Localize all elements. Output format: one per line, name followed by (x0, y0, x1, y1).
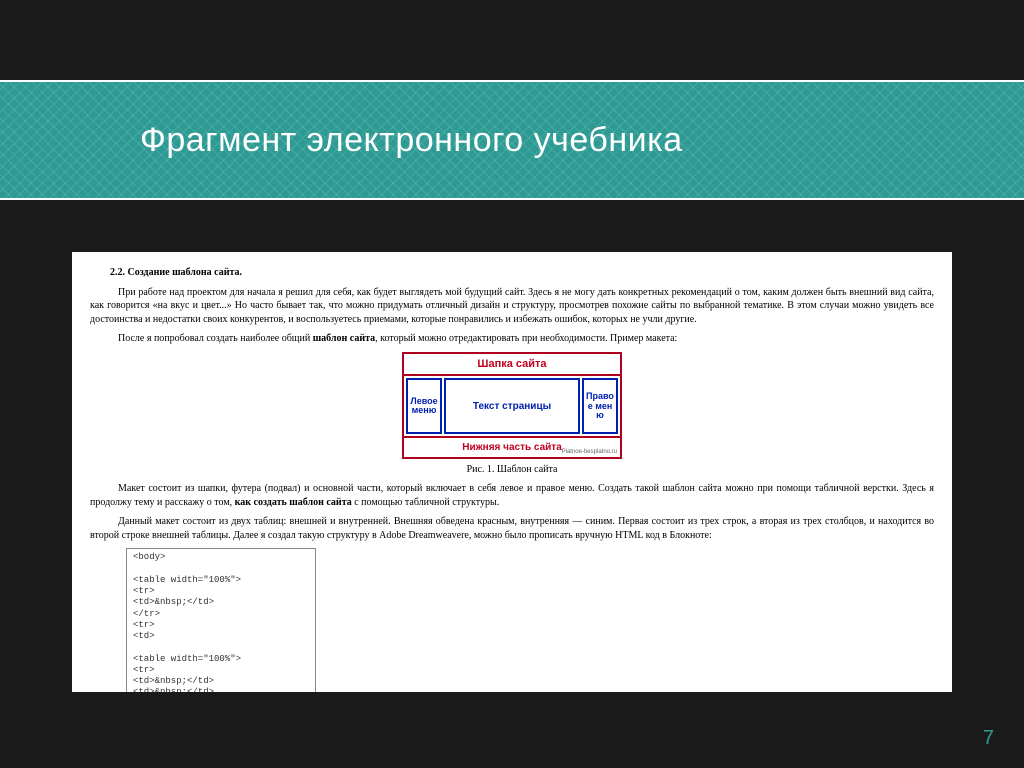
layout-footer-text: Нижняя часть сайта (462, 442, 562, 453)
p2-after: , который можно отредактировать при необ… (375, 333, 677, 344)
document-fragment: 2.2. Создание шаблона сайта. При работе … (72, 252, 952, 692)
layout-body: Левое меню Текст страницы Правое меню (404, 376, 620, 436)
slide-title: Фрагмент электронного учебника (140, 121, 683, 160)
code-snippet: <body> <table width="100%"> <tr> <td>&nb… (126, 548, 316, 692)
layout-center: Текст страницы (444, 378, 580, 434)
p2-bold: шаблон сайта (313, 333, 375, 344)
layout-left-menu: Левое меню (406, 378, 442, 434)
layout-right-menu: Правое меню (582, 378, 618, 434)
slide: Фрагмент электронного учебника 2.2. Созд… (0, 0, 1024, 768)
site-layout-diagram: Шапка сайта Левое меню Текст страницы Пр… (402, 352, 622, 459)
p2-before: После я попробовал создать наиболее общи… (118, 333, 313, 344)
page-number: 7 (983, 727, 994, 750)
section-heading: 2.2. Создание шаблона сайта. (110, 266, 934, 280)
title-band: Фрагмент электронного учебника (0, 80, 1024, 200)
paragraph-intro: При работе над проектом для начала я реш… (90, 286, 934, 327)
layout-header: Шапка сайта (404, 354, 620, 377)
p3-after: с помощью табличной структуры. (352, 497, 500, 508)
layout-footer: Нижняя часть сайта Platnoe-besplatno.ru (404, 436, 620, 457)
paragraph-tables: Данный макет состоит из двух таблиц: вне… (90, 515, 934, 542)
paragraph-template: После я попробовал создать наиболее общи… (90, 332, 934, 346)
p3-bold: как создать шаблон сайта (235, 497, 352, 508)
p3-before: Макет состоит из шапки, футера (подвал) … (90, 483, 934, 508)
paragraph-layout-desc: Макет состоит из шапки, футера (подвал) … (90, 482, 934, 509)
layout-watermark: Platnoe-besplatno.ru (562, 448, 617, 456)
figure-caption: Рис. 1. Шаблон сайта (90, 463, 934, 477)
